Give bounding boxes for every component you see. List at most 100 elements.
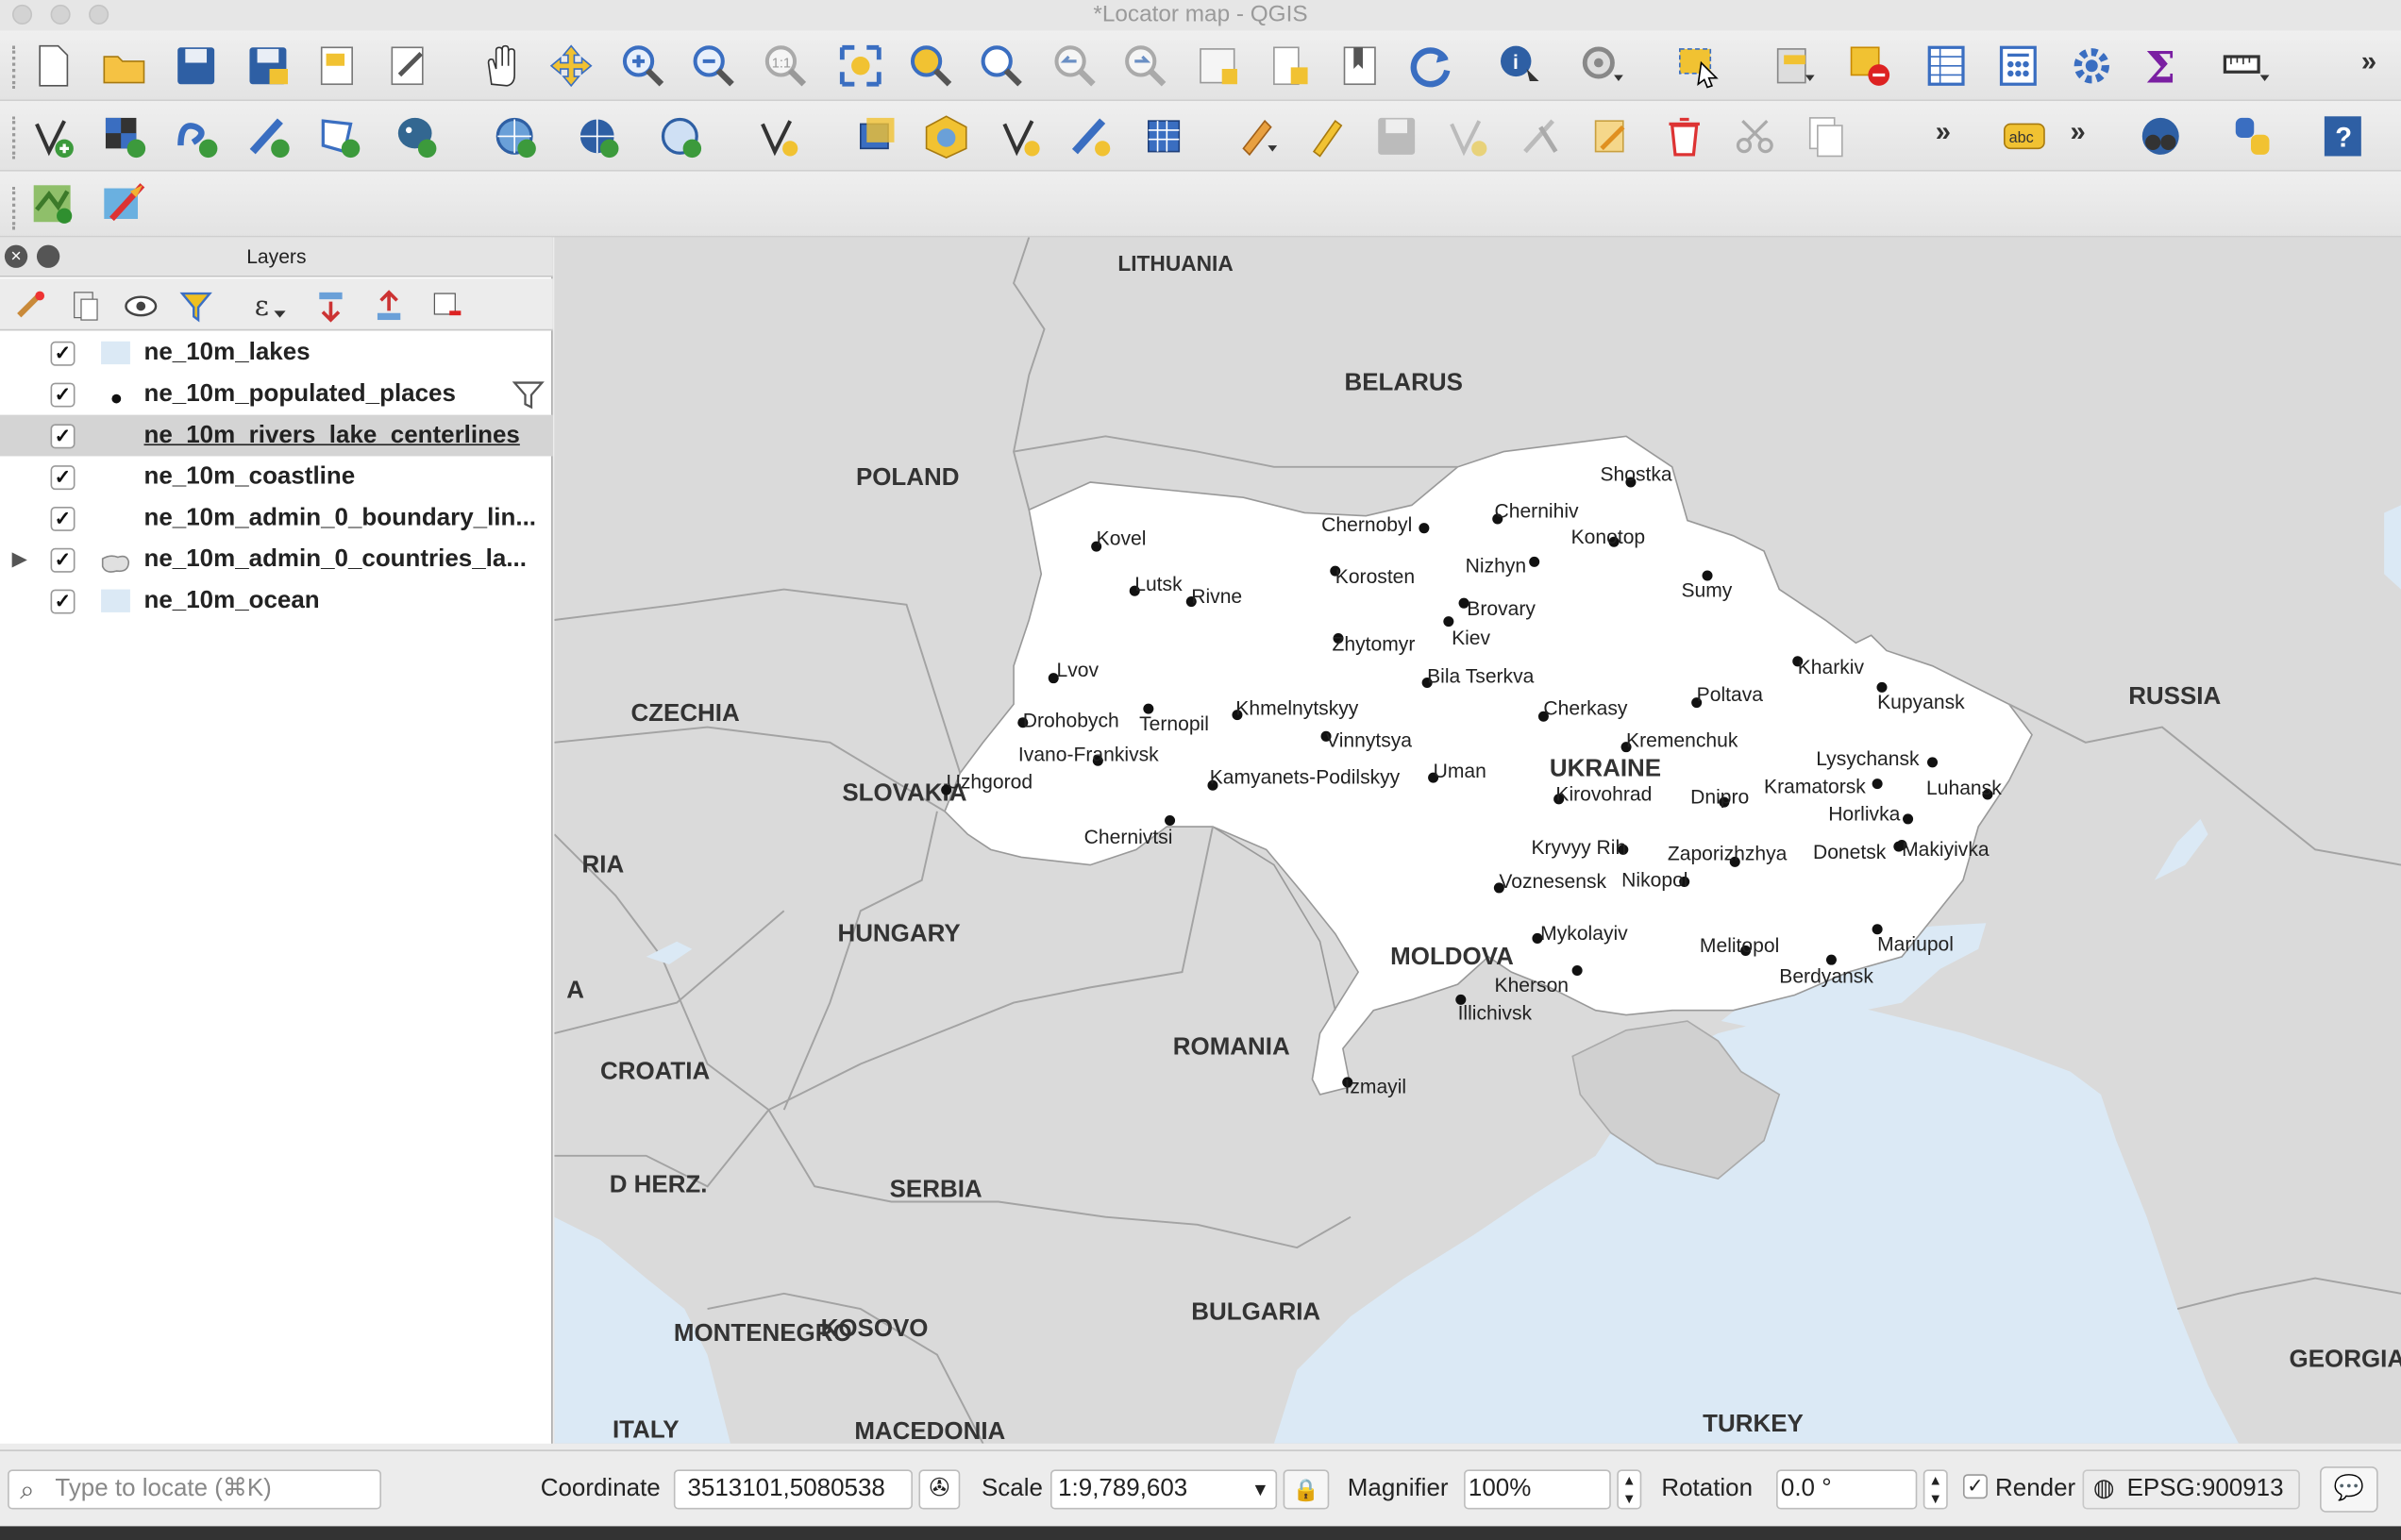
layer-item[interactable]: ✓ ne_10m_coastline [0, 456, 553, 497]
render-checkbox[interactable]: ✓ [1962, 1474, 1988, 1499]
open-project-icon[interactable] [99, 42, 148, 91]
rotation-field[interactable]: 0.0 ° [1776, 1469, 1918, 1510]
select-by-expression-icon[interactable] [1769, 42, 1818, 91]
layer-item[interactable]: ✓ ne_10m_admin_0_boundary_lin... [0, 497, 553, 539]
zoom-native-icon[interactable]: 1:1 [761, 42, 810, 91]
scale-combo[interactable]: 1:9,789,603 ▼ [1050, 1469, 1278, 1510]
measure-icon[interactable] [2221, 42, 2270, 91]
toggle-extents-icon[interactable]: ✇ [918, 1469, 961, 1510]
close-panel-icon[interactable]: × [4, 244, 28, 268]
map-tips-icon[interactable] [2136, 111, 2185, 160]
manage-visibility-icon[interactable] [123, 288, 160, 325]
statistics-icon[interactable]: Σ [2138, 42, 2187, 91]
add-delimited-text-icon[interactable] [243, 111, 293, 160]
add-spatialite-icon[interactable] [314, 111, 363, 160]
add-wms-icon[interactable] [490, 111, 539, 160]
coordinate-field[interactable]: 3513101,5080538 [673, 1469, 913, 1510]
zoom-to-layer-icon[interactable] [977, 42, 1026, 91]
new-map-view-icon[interactable] [1195, 42, 1244, 91]
toolbar-grip[interactable] [11, 186, 17, 230]
python-console-icon[interactable] [2228, 111, 2277, 160]
zoom-full-icon[interactable] [836, 42, 885, 91]
add-feature-icon[interactable] [1442, 111, 1491, 160]
layer-item[interactable]: ▶ ✓ ne_10m_admin_0_countries_la... [0, 539, 553, 580]
add-virtual-raster-icon[interactable] [1139, 111, 1188, 160]
toolbar-grip[interactable] [11, 116, 17, 159]
cut-features-icon[interactable] [1730, 111, 1779, 160]
save-layer-edits-icon[interactable] [1372, 111, 1421, 160]
field-calculator-icon[interactable] [1993, 42, 2042, 91]
new-project-icon[interactable] [27, 42, 76, 91]
copy-features-icon[interactable] [1801, 111, 1850, 160]
layer-visibility-checkbox[interactable]: ✓ [50, 547, 76, 573]
layer-item[interactable]: ✓ ne_10m_ocean [0, 580, 553, 622]
show-bookmarks-icon[interactable] [1335, 42, 1385, 91]
print-layout-icon[interactable] [314, 42, 363, 91]
toggle-editing-icon[interactable] [1301, 111, 1351, 160]
rotation-spinner[interactable]: ▲ ▼ [1922, 1469, 1948, 1510]
new-geopackage-icon[interactable] [922, 111, 971, 160]
new-shapefile-icon[interactable] [996, 111, 1045, 160]
save-project-icon[interactable] [172, 42, 221, 91]
identify-icon[interactable]: i [1496, 42, 1545, 91]
save-as-icon[interactable] [243, 42, 293, 91]
float-panel-icon[interactable] [36, 244, 60, 268]
zoom-last-icon[interactable] [1050, 42, 1100, 91]
layer-visibility-checkbox[interactable]: ✓ [50, 424, 76, 449]
new-bookmark-icon[interactable] [1265, 42, 1314, 91]
attribute-table-icon[interactable] [1922, 42, 1971, 91]
delete-selected-icon[interactable] [1660, 111, 1709, 160]
layer-visibility-checkbox[interactable]: ✓ [50, 465, 76, 491]
current-edits-icon[interactable] [1231, 111, 1280, 160]
pan-icon[interactable] [477, 42, 526, 91]
toolbar-grip[interactable] [11, 45, 17, 90]
georeferencer-icon[interactable] [27, 179, 76, 228]
more-labels-tools-icon[interactable]: » [2071, 116, 2086, 148]
remove-layer-icon[interactable] [428, 288, 465, 325]
refresh-icon[interactable] [1405, 42, 1454, 91]
add-mesh-layer-icon[interactable] [851, 111, 900, 160]
layer-item[interactable]: ✓ ne_10m_rivers_lake_centerlines [0, 414, 553, 457]
chevron-down-icon[interactable]: ▼ [1251, 1471, 1269, 1508]
crs-button[interactable]: ◍ EPSG:900913 [2082, 1469, 2300, 1510]
add-line-layer-icon[interactable] [172, 111, 221, 160]
zoom-next-icon[interactable] [1121, 42, 1170, 91]
layer-visibility-checkbox[interactable]: ✓ [50, 589, 76, 614]
zoom-window-button[interactable] [89, 4, 109, 25]
map-tool-icon[interactable] [99, 179, 148, 228]
pan-to-selection-icon[interactable] [546, 42, 596, 91]
new-raster-layer-icon[interactable] [99, 111, 148, 160]
new-vector-layer-icon[interactable] [27, 111, 76, 160]
run-action-icon[interactable] [1577, 42, 1626, 91]
layer-visibility-checkbox[interactable]: ✓ [50, 382, 76, 408]
layer-visibility-checkbox[interactable]: ✓ [50, 341, 76, 366]
filter-expression-icon[interactable]: ε [251, 288, 288, 325]
zoom-out-icon[interactable] [689, 42, 738, 91]
minimize-window-button[interactable] [50, 4, 71, 25]
new-temporary-layer-icon[interactable] [1066, 111, 1115, 160]
lock-scale-icon[interactable]: 🔒 [1283, 1469, 1330, 1510]
add-postgis-icon[interactable] [391, 111, 440, 160]
magnifier-field[interactable]: 100% [1464, 1469, 1611, 1510]
add-group-icon[interactable] [67, 288, 104, 325]
zoom-to-selection-icon[interactable] [906, 42, 955, 91]
collapse-all-icon[interactable] [371, 288, 408, 325]
add-wcs-icon[interactable] [573, 111, 622, 160]
layer-item[interactable]: ✓ ne_10m_populated_places [0, 374, 553, 415]
deselect-icon[interactable] [1845, 42, 1894, 91]
toolbox-icon[interactable] [2067, 42, 2116, 91]
layout-manager-icon[interactable] [384, 42, 433, 91]
filter-legend-icon[interactable] [177, 288, 214, 325]
more-digitizing-tools-icon[interactable]: » [1936, 116, 1951, 148]
add-virtual-layer-icon[interactable] [753, 111, 802, 160]
help-icon[interactable]: ? [2318, 111, 2367, 160]
expand-all-icon[interactable] [312, 288, 349, 325]
map-svg[interactable]: LITHUANIABELARUSPOLANDCZECHIASLOVAKIARIA… [554, 237, 2401, 1444]
layer-item[interactable]: ✓ ne_10m_lakes [0, 332, 553, 374]
label-toolbar-icon[interactable]: abc [2000, 111, 2049, 160]
magnifier-spinner[interactable]: ▲ ▼ [1617, 1469, 1642, 1510]
layer-visibility-checkbox[interactable]: ✓ [50, 506, 76, 531]
close-window-button[interactable] [11, 4, 33, 25]
map-canvas[interactable]: LITHUANIA BELARUS POLAND CZECHIA SLOVAKIA RIA… [554, 237, 2401, 1444]
more-tools-icon[interactable]: » [2361, 46, 2376, 78]
